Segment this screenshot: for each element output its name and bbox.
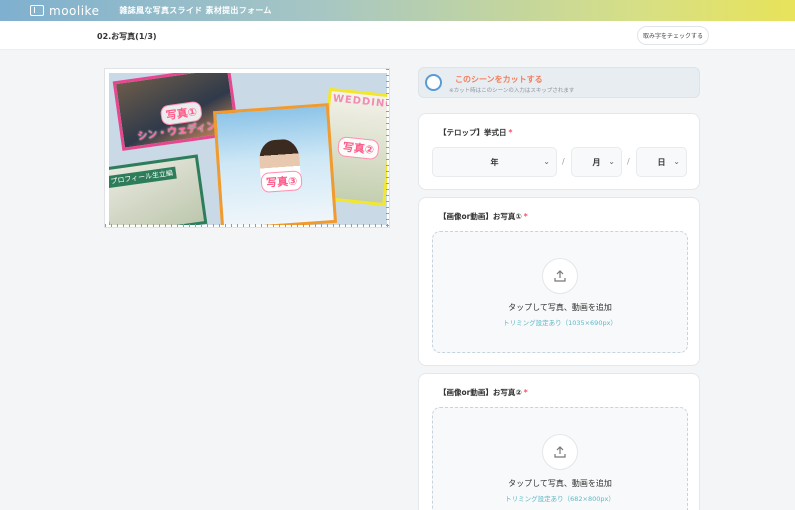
- upload-dropzone-2[interactable]: タップして写真、動画を追加 トリミング設定あり（682×800px）: [432, 407, 688, 510]
- month-select-value: 月: [592, 157, 601, 167]
- upload-icon[interactable]: [542, 434, 578, 470]
- cut-scene-radio[interactable]: [425, 74, 442, 91]
- date-separator: /: [627, 157, 630, 166]
- date-card: 【テロップ】挙式日 * 年 ⌄ / 月 ⌄ / 日 ⌄: [418, 113, 700, 190]
- upload-dropzone-1[interactable]: タップして写真、動画を追加 トリミング設定あり（1035×690px）: [432, 231, 688, 353]
- chevron-down-icon: ⌄: [543, 157, 550, 166]
- required-mark: *: [523, 212, 528, 221]
- photo-frame-3: 写真③: [212, 103, 338, 225]
- chevron-down-icon: ⌄: [608, 157, 615, 166]
- day-select-value: 日: [657, 157, 666, 167]
- photo-field-label: 【画像or動画】お写真①: [439, 212, 522, 221]
- wedding-title-text: WEDDING: [332, 93, 387, 111]
- date-label: 【テロップ】挙式日 *: [439, 127, 512, 138]
- trim-note: トリミング設定あり（682×800px）: [505, 495, 615, 503]
- date-separator: /: [562, 157, 565, 166]
- cut-scene-note: ※カット時はこのシーンの入力はスキップされます: [449, 88, 575, 94]
- app-header: moolike 雑誌風な写真スライド 素材提出フォーム: [0, 0, 795, 21]
- photo-field-card-2: 【画像or動画】お写真② * タップして写真、動画を追加 トリミング設定あり（68…: [418, 373, 700, 510]
- photo-field-card-1: 【画像or動画】お写真① * タップして写真、動画を追加 トリミング設定あり（10…: [418, 197, 700, 366]
- month-select[interactable]: 月 ⌄: [571, 147, 622, 177]
- page-title: 02.お写真(1/3): [97, 32, 157, 41]
- photo-field-label: 【画像or動画】お写真②: [439, 388, 522, 397]
- required-mark: *: [523, 388, 528, 397]
- chevron-down-icon: ⌄: [673, 157, 680, 166]
- photo-frame-profile: プロフィール生立編: [109, 154, 208, 225]
- photo-label-2-heading: 【画像or動画】お写真② *: [439, 387, 528, 398]
- date-label-text: 【テロップ】挙式日: [439, 128, 507, 137]
- day-select[interactable]: 日 ⌄: [636, 147, 687, 177]
- ruler-vertical: [386, 69, 389, 227]
- logo-icon: [30, 5, 44, 16]
- upload-text: タップして写真、動画を追加: [508, 479, 612, 488]
- photo-label-2: 写真②: [336, 136, 381, 161]
- photo-label-1-heading: 【画像or動画】お写真① *: [439, 211, 528, 222]
- cut-scene-option[interactable]: このシーンをカットする ※カット時はこのシーンの入力はスキップされます: [418, 67, 700, 98]
- required-mark: *: [508, 128, 513, 137]
- photo-label-3: 写真③: [260, 170, 304, 193]
- trim-note: トリミング設定あり（1035×690px）: [503, 319, 617, 327]
- cut-scene-title: このシーンをカットする: [455, 75, 543, 84]
- form-title: 雑誌風な写真スライド 素材提出フォーム: [119, 6, 272, 15]
- logo-text: moolike: [49, 3, 100, 18]
- sub-header: 02.お写真(1/3) 取み字をチェックする: [0, 21, 795, 50]
- collage-image: プロフィール生立編 写真① シン・ウェディング WEDDING 写真② 写真③: [109, 73, 387, 225]
- ruler-horizontal: [105, 224, 389, 227]
- year-select[interactable]: 年 ⌄: [432, 147, 557, 177]
- year-select-value: 年: [490, 157, 499, 167]
- profile-caption: プロフィール生立編: [109, 166, 177, 189]
- check-text-button[interactable]: 取み字をチェックする: [637, 26, 709, 45]
- upload-text: タップして写真、動画を追加: [508, 303, 612, 312]
- template-preview: プロフィール生立編 写真① シン・ウェディング WEDDING 写真② 写真③: [104, 68, 390, 228]
- upload-icon[interactable]: [542, 258, 578, 294]
